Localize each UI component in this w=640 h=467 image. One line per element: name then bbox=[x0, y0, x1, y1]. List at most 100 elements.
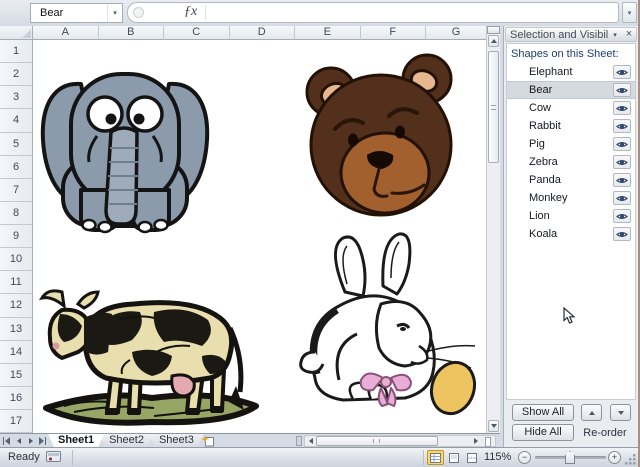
thumb-grip-icon bbox=[373, 439, 380, 443]
last-sheet-button[interactable] bbox=[38, 436, 47, 445]
row-header-6[interactable]: 6 bbox=[0, 155, 33, 179]
horizontal-scrollbar[interactable] bbox=[304, 435, 496, 447]
row-header-15[interactable]: 15 bbox=[0, 363, 33, 387]
column-header-e[interactable]: E bbox=[295, 26, 361, 40]
name-box-dropdown-icon[interactable]: ▾ bbox=[107, 4, 122, 22]
column-header-f[interactable]: F bbox=[360, 26, 426, 40]
page-break-preview-button[interactable] bbox=[463, 450, 480, 465]
macro-record-button[interactable] bbox=[46, 451, 61, 465]
previous-sheet-button[interactable] bbox=[14, 436, 23, 445]
shape-item-cow[interactable]: Cow bbox=[507, 99, 635, 117]
visibility-toggle-button[interactable] bbox=[613, 173, 631, 187]
elephant-image[interactable] bbox=[35, 52, 215, 235]
column-header-g[interactable]: G bbox=[426, 26, 486, 40]
vertical-scrollbar[interactable] bbox=[486, 26, 500, 433]
shape-item-panda[interactable]: Panda bbox=[507, 171, 635, 189]
window-resize-grip[interactable] bbox=[625, 454, 636, 465]
zoom-slider-thumb[interactable] bbox=[565, 451, 575, 464]
visibility-toggle-button[interactable] bbox=[613, 155, 631, 169]
row-header-17[interactable]: 17 bbox=[0, 410, 33, 434]
vertical-split-handle[interactable] bbox=[487, 26, 500, 34]
normal-view-button[interactable] bbox=[427, 450, 444, 465]
row-header-12[interactable]: 12 bbox=[0, 294, 33, 318]
zoom-level-label[interactable]: 115% bbox=[484, 448, 511, 466]
shape-item-pig[interactable]: Pig bbox=[507, 135, 635, 153]
row-header-1[interactable]: 1 bbox=[0, 40, 33, 64]
row-header-11[interactable]: 11 bbox=[0, 271, 33, 295]
column-header-b[interactable]: B bbox=[98, 26, 164, 40]
shape-item-rabbit[interactable]: Rabbit bbox=[507, 117, 635, 135]
column-header-c[interactable]: C bbox=[164, 26, 230, 40]
column-header-d[interactable]: D bbox=[229, 26, 295, 40]
row-header-8[interactable]: 8 bbox=[0, 201, 33, 225]
visibility-toggle-button[interactable] bbox=[613, 191, 631, 205]
row-header-13[interactable]: 13 bbox=[0, 317, 33, 341]
sheet-tabs-row: Sheet1 Sheet2 Sheet3 bbox=[0, 433, 500, 447]
row-header-5[interactable]: 5 bbox=[0, 132, 33, 156]
reorder-up-button[interactable] bbox=[581, 404, 602, 421]
visibility-toggle-button[interactable] bbox=[613, 101, 631, 115]
tab-split-handle[interactable] bbox=[296, 436, 302, 446]
shape-item-lion[interactable]: Lion bbox=[507, 207, 635, 225]
shape-item-bear[interactable]: Bear bbox=[507, 81, 635, 99]
visibility-toggle-button[interactable] bbox=[613, 209, 631, 223]
row-header-2[interactable]: 2 bbox=[0, 63, 33, 87]
row-header-7[interactable]: 7 bbox=[0, 178, 33, 202]
sheet-tab-sheet2[interactable]: Sheet2 bbox=[99, 434, 154, 447]
name-box[interactable]: Bear ▾ bbox=[30, 3, 123, 23]
shape-item-zebra[interactable]: Zebra bbox=[507, 153, 635, 171]
shape-name: Cow bbox=[529, 102, 552, 114]
rabbit-image[interactable] bbox=[287, 230, 479, 432]
eye-icon bbox=[616, 231, 628, 237]
row-header-10[interactable]: 10 bbox=[0, 248, 33, 272]
zoom-in-button[interactable]: + bbox=[608, 451, 621, 464]
scroll-down-button[interactable] bbox=[488, 420, 499, 432]
scroll-right-button[interactable] bbox=[471, 436, 481, 446]
visibility-toggle-button[interactable] bbox=[613, 119, 631, 133]
scrollbar-resize-handle[interactable] bbox=[485, 437, 491, 447]
eye-icon bbox=[616, 105, 628, 111]
sheet-canvas[interactable] bbox=[33, 40, 486, 433]
vertical-scroll-thumb[interactable] bbox=[488, 51, 499, 163]
visibility-toggle-button[interactable] bbox=[613, 83, 631, 97]
zoom-out-button[interactable]: − bbox=[518, 451, 531, 464]
shape-item-koala[interactable]: Koala bbox=[507, 225, 635, 243]
row-header-14[interactable]: 14 bbox=[0, 340, 33, 364]
show-all-button[interactable]: Show All bbox=[512, 404, 574, 421]
next-sheet-button[interactable] bbox=[26, 436, 35, 445]
page-layout-view-button[interactable] bbox=[445, 450, 462, 465]
visibility-toggle-button[interactable] bbox=[613, 65, 631, 79]
insert-function-icon[interactable]: ƒx bbox=[184, 4, 197, 20]
hide-all-button[interactable]: Hide All bbox=[512, 424, 574, 441]
sheet-tab-sheet1[interactable]: Sheet1 bbox=[48, 434, 104, 447]
first-sheet-button[interactable] bbox=[2, 436, 11, 445]
pane-close-icon[interactable]: × bbox=[622, 29, 636, 40]
sheet-tab-sheet3[interactable]: Sheet3 bbox=[149, 434, 204, 447]
pane-title-bar[interactable]: Selection and Visibility ▾ × bbox=[505, 27, 637, 42]
bear-image[interactable] bbox=[297, 52, 463, 218]
row-header-3[interactable]: 3 bbox=[0, 86, 33, 110]
pane-menu-icon[interactable]: ▾ bbox=[608, 31, 622, 39]
down-arrow-icon bbox=[490, 424, 497, 431]
formula-input[interactable] bbox=[208, 3, 616, 22]
row-header-9[interactable]: 9 bbox=[0, 225, 33, 249]
scroll-up-button[interactable] bbox=[488, 35, 499, 47]
scroll-left-button[interactable] bbox=[306, 436, 316, 446]
column-header-a[interactable]: A bbox=[33, 26, 99, 40]
cow-image[interactable] bbox=[34, 266, 266, 431]
visibility-toggle-button[interactable] bbox=[613, 137, 631, 151]
shape-item-elephant[interactable]: Elephant bbox=[507, 63, 635, 81]
pane-title: Selection and Visibility bbox=[510, 28, 608, 41]
horizontal-scroll-thumb[interactable] bbox=[316, 436, 438, 446]
formula-bar-expand-button[interactable]: ▾ bbox=[622, 2, 637, 23]
row-header-16[interactable]: 16 bbox=[0, 386, 33, 410]
select-all-triangle-icon bbox=[22, 29, 31, 38]
row-header-4[interactable]: 4 bbox=[0, 109, 33, 133]
insert-worksheet-button[interactable] bbox=[198, 435, 218, 447]
left-arrow-icon bbox=[306, 438, 313, 444]
select-all-corner[interactable] bbox=[0, 26, 33, 40]
visibility-toggle-button[interactable] bbox=[613, 227, 631, 241]
shape-item-monkey[interactable]: Monkey bbox=[507, 189, 635, 207]
eye-icon bbox=[616, 177, 628, 183]
reorder-down-button[interactable] bbox=[610, 404, 631, 421]
